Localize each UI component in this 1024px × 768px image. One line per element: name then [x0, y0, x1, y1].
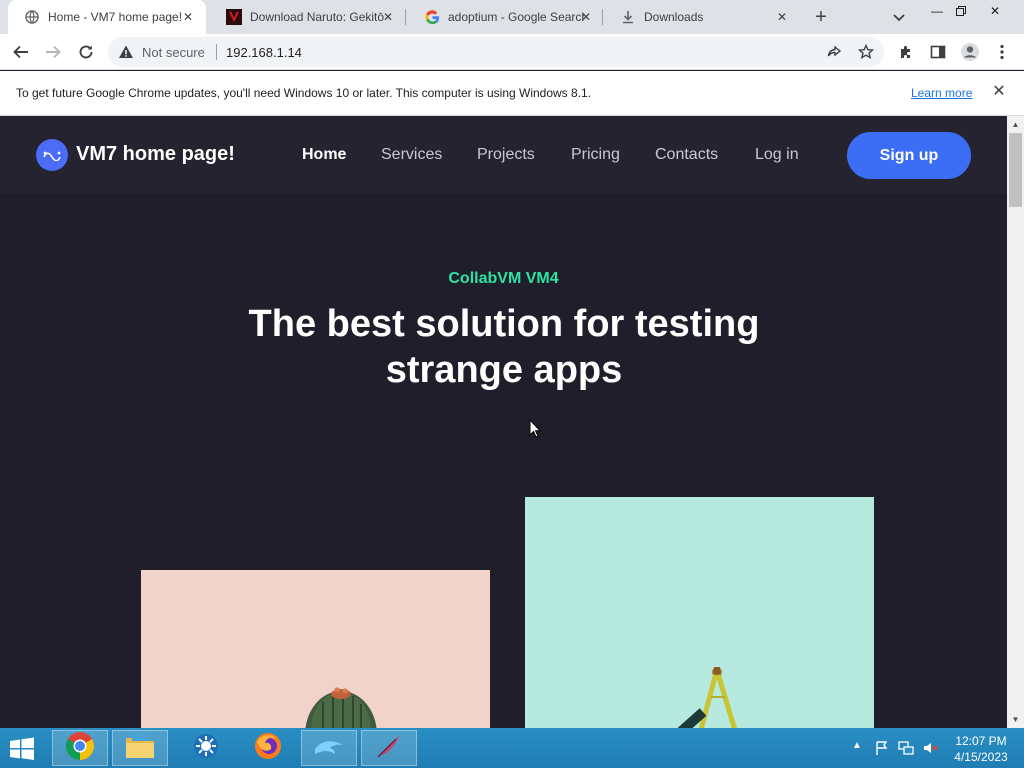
site-navbar: VM7 home page! Home Services Projects Pr…: [0, 116, 1007, 194]
firefox-icon: [253, 731, 283, 766]
scroll-up-arrow-icon[interactable]: ▲: [1007, 116, 1024, 133]
back-arrow-icon[interactable]: [9, 40, 33, 64]
forward-arrow-icon[interactable]: [41, 40, 65, 64]
tab-title: Downloads: [644, 10, 704, 24]
tab-title: adoptium - Google Search: [448, 10, 584, 24]
web-page: VM7 home page! Home Services Projects Pr…: [0, 116, 1007, 728]
taskbar-chrome[interactable]: [52, 730, 108, 766]
compass-image: [525, 497, 874, 728]
nav-pricing[interactable]: Pricing: [571, 146, 620, 164]
feather-icon: [374, 731, 404, 766]
security-label[interactable]: Not secure: [142, 45, 205, 60]
sign-up-button[interactable]: Sign up: [847, 132, 971, 179]
address-divider: [216, 44, 217, 60]
extensions-puzzle-icon[interactable]: [894, 40, 918, 64]
volume-muted-icon[interactable]: [922, 740, 938, 759]
learn-more-link[interactable]: Learn more: [911, 86, 972, 100]
dolphin-icon: [313, 735, 345, 762]
cactus-image: [141, 570, 490, 728]
window-close-icon[interactable]: ✕: [980, 0, 1010, 22]
browser-toolbar: Not secure 192.168.1.14: [0, 34, 1024, 70]
url-text[interactable]: 192.168.1.14: [226, 45, 302, 60]
chrome-icon: [65, 731, 95, 766]
tab-separator: [602, 9, 603, 25]
action-center-flag-icon[interactable]: [874, 740, 890, 759]
network-icon[interactable]: [898, 740, 914, 759]
side-panel-icon[interactable]: [926, 40, 950, 64]
scrollbar-thumb[interactable]: [1009, 133, 1022, 207]
infobar-close-icon[interactable]: ✕: [990, 83, 1008, 101]
reload-icon[interactable]: [74, 40, 98, 64]
bookmark-star-icon[interactable]: [854, 40, 878, 64]
nav-home[interactable]: Home: [302, 146, 346, 164]
mouse-cursor-icon: [529, 419, 541, 438]
download-icon: [620, 9, 636, 25]
site-brand[interactable]: VM7 home page!: [76, 143, 235, 166]
hero-eyebrow: CollabVM VM4: [448, 270, 559, 287]
tab-downloads[interactable]: Downloads ✕: [604, 0, 800, 34]
windows-taskbar: ▲ 12:07 PM 4/15/2023: [0, 728, 1024, 768]
menu-kebab-icon[interactable]: [990, 40, 1014, 64]
taskbar-file-explorer[interactable]: [112, 730, 168, 766]
tab-google-search[interactable]: adoptium - Google Search ✕: [408, 0, 604, 34]
vm7-logo-icon[interactable]: [36, 139, 68, 171]
nav-contacts[interactable]: Contacts: [655, 146, 718, 164]
address-bar[interactable]: Not secure 192.168.1.14: [108, 37, 884, 67]
tab-title: Download Naruto: Gekitō: [250, 10, 385, 24]
show-hidden-icons-icon[interactable]: ▲: [852, 740, 862, 751]
windows-start-icon[interactable]: [8, 737, 38, 761]
share-icon[interactable]: [822, 40, 846, 64]
naruto-favicon-icon: [226, 9, 242, 25]
hero-headline: The best solution for testing strange ap…: [248, 303, 760, 391]
nav-login[interactable]: Log in: [755, 146, 799, 164]
taskbar-firefox[interactable]: [240, 730, 296, 766]
page-scrollbar[interactable]: ▲ ▼: [1007, 116, 1024, 728]
new-tab-button[interactable]: +: [809, 6, 833, 28]
clock-time: 12:07 PM: [955, 734, 1007, 748]
taskbar-weather[interactable]: [178, 730, 234, 766]
google-icon: [424, 9, 440, 25]
tab-search-chevron-icon[interactable]: [889, 9, 909, 25]
tab-home[interactable]: Home - VM7 home page! ✕: [8, 0, 206, 34]
clock-date: 4/15/2023: [954, 750, 1008, 764]
tab-separator: [405, 9, 406, 25]
nav-projects[interactable]: Projects: [477, 146, 535, 164]
close-tab-icon[interactable]: ✕: [382, 11, 394, 23]
tab-naruto[interactable]: Download Naruto: Gekitō ✕: [210, 0, 406, 34]
tab-strip: Home - VM7 home page! ✕ Download Naruto:…: [0, 0, 1024, 34]
close-tab-icon[interactable]: ✕: [580, 11, 592, 23]
infobar-message: To get future Google Chrome updates, you…: [16, 86, 592, 100]
weather-sun-icon: [192, 732, 220, 765]
file-explorer-icon: [124, 732, 156, 765]
taskbar-dolphin[interactable]: [301, 730, 357, 766]
update-infobar: To get future Google Chrome updates, you…: [0, 71, 1024, 116]
globe-icon: [24, 9, 40, 25]
close-tab-icon[interactable]: ✕: [182, 11, 194, 23]
warning-triangle-icon[interactable]: [118, 44, 134, 60]
nav-services[interactable]: Services: [381, 146, 442, 164]
profile-avatar-icon[interactable]: [958, 40, 982, 64]
restore-icon[interactable]: [946, 0, 976, 22]
scroll-down-arrow-icon[interactable]: ▼: [1007, 711, 1024, 728]
tab-title: Home - VM7 home page!: [48, 10, 183, 24]
taskbar-clock[interactable]: 12:07 PM 4/15/2023: [946, 733, 1016, 765]
taskbar-feather-app[interactable]: [361, 730, 417, 766]
close-tab-icon[interactable]: ✕: [776, 11, 788, 23]
